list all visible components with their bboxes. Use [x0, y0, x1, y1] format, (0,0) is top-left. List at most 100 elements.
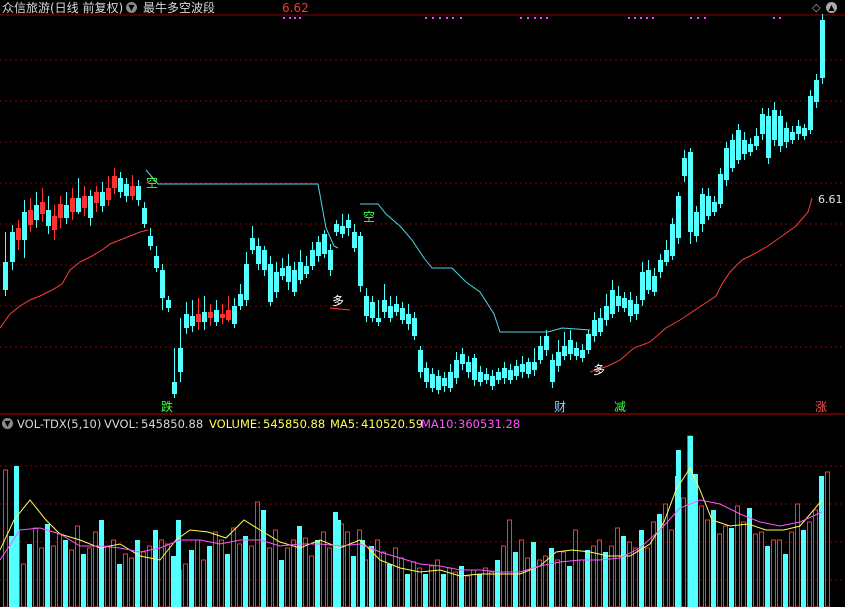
candle-body — [172, 382, 177, 394]
volume-bar — [9, 536, 14, 607]
candle-body — [490, 376, 495, 386]
volume-bar — [423, 574, 428, 607]
candle-body — [406, 314, 411, 324]
volume-value: 545850.88 — [263, 417, 326, 431]
volume-bar — [105, 545, 110, 607]
candle-body — [286, 266, 291, 282]
candle-body — [766, 116, 771, 158]
volume-bar — [201, 559, 206, 607]
volume-bar-spike — [176, 520, 181, 607]
candle-body — [556, 352, 561, 366]
candle-body — [10, 232, 15, 262]
candle-body — [820, 20, 825, 78]
vvol-value: 545850.88 — [141, 417, 204, 431]
candle-body — [700, 194, 705, 224]
candle-body — [562, 346, 567, 356]
candle-body — [706, 196, 711, 216]
volume-bar — [153, 530, 158, 607]
volume-bar — [591, 545, 596, 607]
volume-bar — [165, 543, 170, 607]
candle-body — [772, 110, 777, 140]
top-marker — [652, 17, 654, 19]
volume-bar — [117, 564, 122, 607]
top-marker — [294, 17, 296, 19]
candle-body — [628, 300, 633, 316]
candle-body — [790, 132, 795, 140]
volume-bar — [627, 541, 632, 607]
volume-bar — [567, 566, 572, 607]
volume-bar — [381, 551, 386, 607]
volume-bar — [81, 554, 86, 607]
candle-body — [676, 196, 681, 238]
volume-bar — [711, 510, 716, 607]
candle-body — [478, 372, 483, 382]
volume-bar-spike — [688, 436, 693, 607]
volume-indicator-name[interactable]: VOL-TDX(5,10) — [17, 416, 101, 432]
top-marker — [646, 17, 648, 19]
candle-body — [154, 256, 159, 268]
signal-zhang: 涨 — [815, 400, 828, 414]
candle-body — [34, 205, 39, 220]
top-marker — [527, 17, 529, 19]
volume-bar — [507, 519, 512, 607]
volume-bar — [243, 536, 248, 607]
volume-bar — [807, 521, 812, 607]
candle-body — [682, 158, 687, 176]
volume-bar — [369, 546, 374, 607]
candle-body — [376, 318, 381, 322]
candle-body — [292, 270, 297, 292]
candle-body — [394, 304, 399, 312]
candle-body — [52, 216, 57, 230]
candle-body — [736, 130, 741, 160]
volume-bar — [141, 551, 146, 607]
candle-body — [238, 294, 243, 306]
candle-body — [208, 312, 213, 318]
candle-body — [16, 228, 21, 240]
candle-body — [262, 250, 267, 270]
candle-body — [754, 136, 759, 146]
volume-bar — [513, 552, 518, 607]
candle-body — [250, 238, 255, 250]
volume-bar — [75, 525, 80, 607]
candle-body — [604, 306, 609, 320]
candle-body — [634, 304, 639, 314]
candle-body — [802, 128, 807, 136]
candle-body — [808, 96, 813, 130]
volume-bar — [183, 563, 188, 607]
volume-bar — [159, 539, 164, 607]
candle-body — [166, 300, 171, 308]
volume-bar — [39, 547, 44, 607]
candle-body — [532, 362, 537, 370]
top-marker — [425, 17, 427, 19]
candle-body — [712, 202, 717, 212]
candle-body — [652, 276, 657, 292]
candle-body — [298, 262, 303, 280]
top-marker — [634, 17, 636, 19]
volume-bar — [129, 557, 134, 607]
volume-bar — [147, 545, 152, 607]
volume-bar — [795, 503, 800, 607]
volume-bar — [21, 563, 26, 607]
top-marker — [520, 17, 522, 19]
candle-body — [442, 378, 447, 386]
candle-body — [142, 208, 147, 224]
volume-bar — [747, 508, 752, 607]
candle-body — [88, 196, 93, 218]
candle-body — [64, 205, 69, 218]
top-marker — [779, 17, 781, 19]
top-marker — [289, 17, 291, 19]
candle-body — [136, 186, 141, 200]
candle-body — [370, 302, 375, 318]
volume-bar — [585, 550, 590, 607]
candle-body — [424, 368, 429, 382]
volume-bar — [579, 559, 584, 607]
volume-bar — [33, 527, 38, 607]
volume-bar — [207, 546, 212, 607]
candle-body — [334, 224, 339, 232]
candle-body — [598, 318, 603, 332]
volume-bar — [735, 505, 740, 607]
candle-body — [814, 80, 819, 102]
top-marker — [534, 17, 536, 19]
candle-body — [436, 376, 441, 390]
kline-chart[interactable] — [0, 0, 845, 607]
